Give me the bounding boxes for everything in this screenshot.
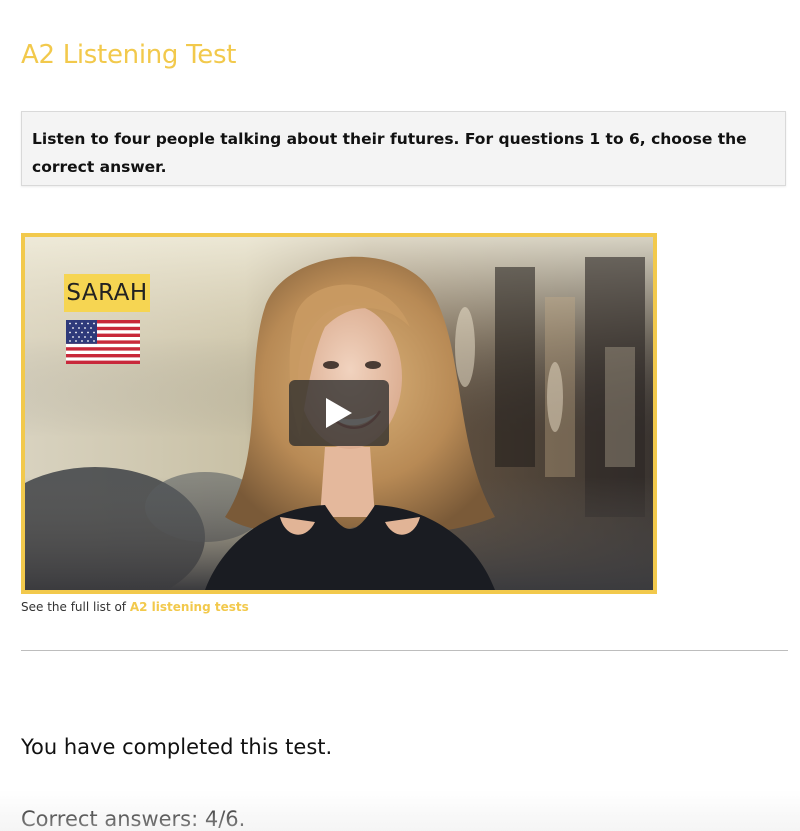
video-player[interactable]: SARAH (21, 233, 657, 594)
us-flag-icon (66, 320, 140, 364)
instructions-box: Listen to four people talking about thei… (21, 111, 786, 186)
page-title: A2 Listening Test (21, 40, 237, 70)
section-divider (21, 650, 788, 651)
listening-tests-link[interactable]: A2 listening tests (130, 600, 249, 614)
play-button[interactable] (289, 380, 389, 446)
video-caption: See the full list of A2 listening tests (21, 600, 249, 614)
caption-prefix: See the full list of (21, 600, 130, 614)
speaker-name-tag: SARAH (64, 274, 150, 312)
instructions-text: Listen to four people talking about thei… (32, 130, 747, 176)
score-text: Correct answers: 4/6. (21, 807, 246, 831)
completion-message: You have completed this test. (21, 735, 333, 759)
play-icon (326, 398, 352, 428)
